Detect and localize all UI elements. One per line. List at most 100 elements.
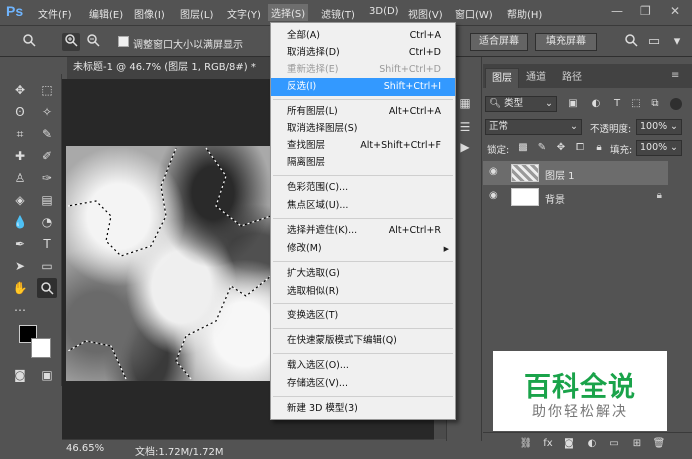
menu-view[interactable]: 视图(V) [408,6,443,21]
menu-item-isolate-layers[interactable]: 隔离图层 [271,154,455,172]
filter-toggle[interactable] [670,98,682,110]
healing-brush-tool-icon[interactable]: ✚ [10,146,30,166]
menu-item-load-selection[interactable]: 载入选区(O)... [271,357,455,375]
menu-window[interactable]: 窗口(W) [455,6,493,21]
lock-position-icon[interactable]: ✥ [554,141,568,155]
document-tab[interactable]: 未标题-1 @ 46.7% (图层 1, RGB/8#) * ✕ [67,57,277,79]
workspace-menu-icon[interactable]: ▾ [668,33,686,51]
marquee-tool-icon[interactable]: ⬚ [37,80,57,100]
lasso-tool-icon[interactable]: ʘ [10,102,30,122]
restore-button[interactable]: ❐ [640,4,651,18]
layer-row-background[interactable]: ◉ 背景 🔒︎ [483,185,668,209]
fx-icon[interactable]: fx [541,437,555,451]
zoom-tool-preset-icon[interactable] [20,33,38,51]
layer-row-layer1[interactable]: ◉ 图层 1 [483,161,668,185]
rectangle-tool-icon[interactable]: ▭ [37,256,57,276]
search-icon[interactable] [622,33,640,51]
dodge-tool-icon[interactable]: ◔ [37,212,57,232]
menu-item-deselect-layers[interactable]: 取消选择图层(S) [271,120,455,138]
menu-select[interactable]: 选择(S) [268,4,309,21]
opacity-input[interactable]: 100% ⌄ [636,119,682,135]
tab-channels[interactable]: 通道 [520,68,552,88]
magic-wand-tool-icon[interactable]: ✧ [37,102,57,122]
menu-item-select-all[interactable]: 全部(A) Ctrl+A [271,27,455,45]
resize-windows-checkbox[interactable] [118,36,129,47]
menu-item-new-3d-model[interactable]: 新建 3D 模型(3) [271,400,455,418]
eraser-tool-icon[interactable]: ◈ [10,190,30,210]
type-tool-icon[interactable]: T [37,234,57,254]
layer-name[interactable]: 图层 1 [545,167,575,182]
fit-screen-button[interactable]: 适合屏幕 [470,33,528,51]
blend-mode-select[interactable]: 正常 ⌄ [485,119,582,135]
menu-item-deselect[interactable]: 取消选择(D) Ctrl+D [271,44,455,62]
visibility-eye-icon[interactable]: ◉ [489,166,498,177]
fill-screen-button[interactable]: 填充屏幕 [535,33,597,51]
group-icon[interactable]: ▭ [607,437,621,451]
zoom-level[interactable]: 46.65% [66,443,104,454]
menu-item-focus-area[interactable]: 焦点区域(U)... [271,197,455,215]
menu-item-all-layers[interactable]: 所有图层(L) Alt+Ctrl+A [271,103,455,121]
fill-input[interactable]: 100% ⌄ [636,140,682,156]
menu-item-transform-selection[interactable]: 变换选区(T) [271,307,455,325]
history-panel-icon[interactable]: ▦ [456,94,474,112]
menu-image[interactable]: 图像(I) [134,6,165,21]
menu-help[interactable]: 帮助(H) [507,6,542,21]
menu-item-grow[interactable]: 扩大选取(G) [271,265,455,283]
document-canvas[interactable] [66,146,276,381]
menu-3d[interactable]: 3D(D) [369,6,399,17]
filter-pixel-icon[interactable]: ▣ [566,97,580,111]
layer-name[interactable]: 背景 [545,191,565,206]
lock-all-icon[interactable]: 🔒︎ [592,141,606,155]
lock-artboard-icon[interactable]: ⧠ [573,141,587,155]
adjustment-icon[interactable]: ◐ [585,437,599,451]
menu-item-save-selection[interactable]: 存储选区(V)... [271,375,455,393]
new-layer-icon[interactable]: ⊞ [630,437,644,451]
mask-icon[interactable]: ◙ [562,437,576,451]
menu-item-inverse[interactable]: 反选(I) Shift+Ctrl+I [271,78,455,96]
menu-edit[interactable]: 编辑(E) [89,6,123,21]
tab-layers[interactable]: 图层 [485,68,519,88]
link-icon[interactable]: ⛓ [519,437,533,451]
gradient-tool-icon[interactable]: ▤ [37,190,57,210]
menu-item-quick-mask[interactable]: 在快速蒙版模式下编辑(Q) [271,332,455,350]
menu-layer[interactable]: 图层(L) [180,6,213,21]
menu-filter[interactable]: 滤镜(T) [321,6,355,21]
menu-item-find-layers[interactable]: 查找图层 Alt+Shift+Ctrl+F [271,137,455,155]
layer-filter-select[interactable]: 🔍︎ 类型 ⌄ [485,96,557,112]
filter-smart-object-icon[interactable]: ⧉ [648,97,662,111]
brush-tool-icon[interactable]: ✐ [37,146,57,166]
lock-paint-icon[interactable]: ✎ [535,141,549,155]
panel-menu-icon[interactable]: ≡ [671,70,679,81]
workspace-icon[interactable]: ▭ [645,33,663,51]
lock-transparent-icon[interactable]: ▩ [516,141,530,155]
hand-tool-icon[interactable]: ✋ [10,278,30,298]
blur-tool-icon[interactable]: 💧 [10,212,30,232]
zoom-in-icon[interactable] [62,33,80,51]
menu-type[interactable]: 文字(Y) [227,6,261,21]
filter-shape-icon[interactable]: ⬚ [629,97,643,111]
filter-adjustment-icon[interactable]: ◐ [589,97,603,111]
visibility-eye-icon[interactable]: ◉ [489,190,498,201]
tab-paths[interactable]: 路径 [556,68,588,88]
crop-tool-icon[interactable]: ⌗ [10,124,30,144]
quick-mask-icon[interactable]: ◙ [10,365,30,385]
eyedropper-tool-icon[interactable]: ✎ [37,124,57,144]
history-brush-tool-icon[interactable]: ✑ [37,168,57,188]
menu-item-select-and-mask[interactable]: 选择并遮住(K)... Alt+Ctrl+R [271,222,455,240]
menu-item-color-range[interactable]: 色彩范围(C)... [271,179,455,197]
path-selection-tool-icon[interactable]: ➤ [10,256,30,276]
trash-icon[interactable]: 🗑︎ [652,437,666,451]
menu-item-similar[interactable]: 选取相似(R) [271,283,455,301]
menu-item-modify[interactable]: 修改(M) ▶ [271,240,455,258]
clone-stamp-tool-icon[interactable]: ♙ [10,168,30,188]
zoom-out-icon[interactable] [84,33,102,51]
filter-type-icon[interactable]: T [610,97,624,111]
move-tool-icon[interactable]: ✥ [10,80,30,100]
menu-file[interactable]: 文件(F) [38,6,72,21]
edit-toolbar-icon[interactable]: ⋯ [10,300,30,320]
minimize-button[interactable]: — [611,4,623,18]
properties-panel-icon[interactable]: ☰ [456,118,474,136]
zoom-tool-icon[interactable] [37,278,57,298]
background-color-swatch[interactable] [31,338,51,358]
close-button[interactable]: ✕ [670,4,680,18]
